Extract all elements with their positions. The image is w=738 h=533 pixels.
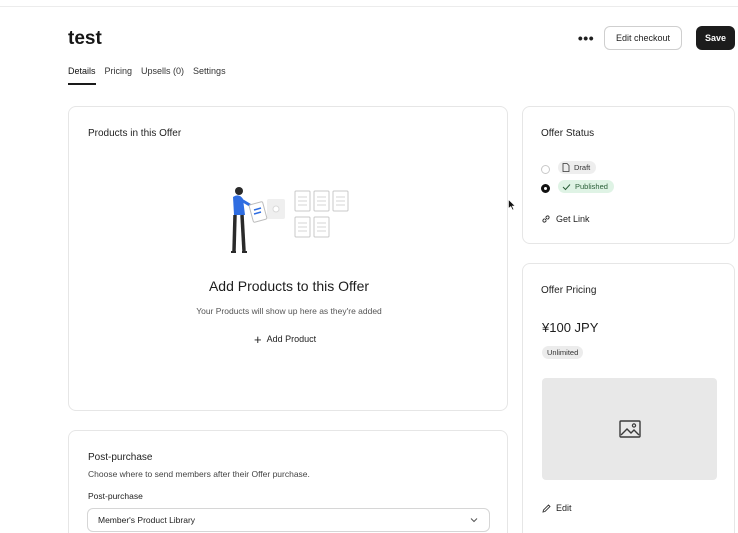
top-divider bbox=[0, 6, 738, 7]
pencil-icon bbox=[542, 503, 551, 513]
document-icon bbox=[562, 163, 570, 172]
tab-settings[interactable]: Settings bbox=[193, 66, 226, 85]
tab-upsells[interactable]: Upsells (0) bbox=[141, 66, 184, 85]
add-product-button[interactable]: + Add Product bbox=[254, 332, 316, 346]
save-button[interactable]: Save bbox=[696, 26, 735, 50]
more-horizontal-icon: ••• bbox=[577, 30, 595, 46]
products-card: Products in this Offer Add Products to t… bbox=[68, 106, 508, 411]
products-card-title: Products in this Offer bbox=[88, 128, 182, 139]
tab-pricing[interactable]: Pricing bbox=[105, 66, 133, 85]
link-icon bbox=[542, 215, 550, 223]
status-badge-draft: Draft bbox=[558, 161, 597, 174]
radio-published[interactable] bbox=[541, 184, 550, 193]
get-link-label: Get Link bbox=[556, 214, 590, 224]
empty-state-subtitle: Your Products will show up here as they'… bbox=[196, 306, 382, 316]
more-options-button[interactable]: ••• bbox=[574, 28, 598, 48]
post-purchase-select[interactable]: Member's Product Library bbox=[87, 508, 490, 532]
post-purchase-title: Post-purchase bbox=[88, 452, 153, 463]
chevron-down-icon bbox=[470, 518, 478, 523]
offer-price: ¥100 JPY bbox=[542, 320, 599, 335]
mouse-cursor-icon bbox=[508, 199, 516, 211]
empty-products-illustration bbox=[231, 187, 349, 253]
edit-label: Edit bbox=[556, 503, 572, 513]
post-purchase-description: Choose where to send members after their… bbox=[88, 469, 310, 479]
tab-details[interactable]: Details bbox=[68, 66, 96, 85]
post-purchase-selected-value: Member's Product Library bbox=[98, 515, 196, 525]
status-published-label: Published bbox=[575, 182, 608, 191]
image-icon bbox=[618, 420, 641, 438]
radio-draft[interactable] bbox=[541, 165, 550, 174]
offer-pricing-card: Offer Pricing ¥100 JPY Unlimited Edit bbox=[522, 263, 735, 533]
check-icon bbox=[562, 183, 571, 190]
edit-pricing-button[interactable]: Edit bbox=[542, 503, 572, 513]
offer-status-card: Offer Status Draft Published Get Link bbox=[522, 106, 735, 244]
post-purchase-field-label: Post-purchase bbox=[88, 491, 143, 501]
status-badge-published: Published bbox=[558, 180, 614, 193]
get-link-button[interactable]: Get Link bbox=[541, 214, 590, 224]
offer-pricing-title: Offer Pricing bbox=[541, 285, 597, 296]
offer-image-placeholder[interactable] bbox=[542, 378, 717, 480]
empty-state-title: Add Products to this Offer bbox=[208, 278, 370, 294]
status-draft-label: Draft bbox=[574, 163, 591, 172]
plus-icon: + bbox=[254, 331, 262, 347]
offer-status-title: Offer Status bbox=[541, 128, 595, 139]
add-product-label: Add Product bbox=[266, 334, 317, 344]
unlimited-badge: Unlimited bbox=[542, 346, 584, 359]
page-title: test bbox=[68, 28, 102, 49]
edit-checkout-button[interactable]: Edit checkout bbox=[604, 26, 682, 50]
post-purchase-card: Post-purchase Choose where to send membe… bbox=[68, 430, 508, 533]
tab-bar: Details Pricing Upsells (0) Settings bbox=[68, 66, 235, 85]
